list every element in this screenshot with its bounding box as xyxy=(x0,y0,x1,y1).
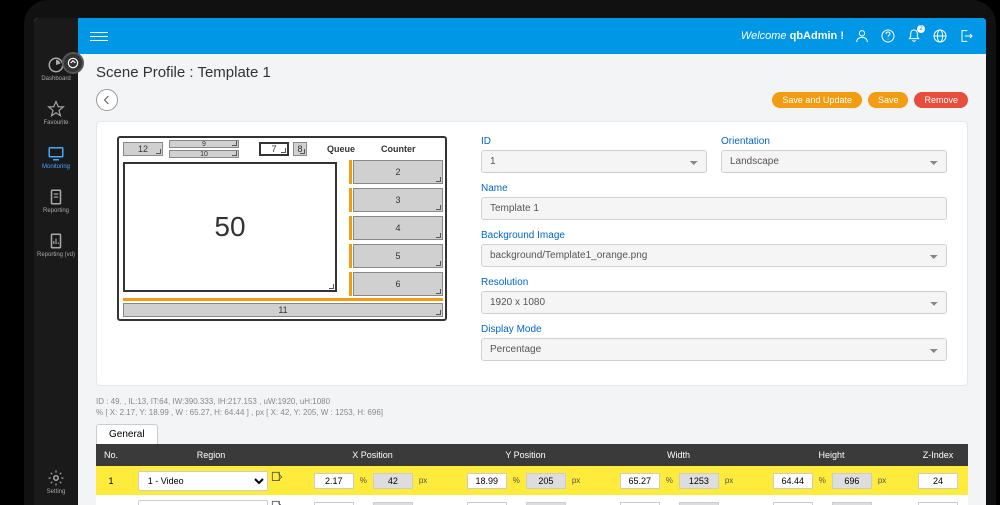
resolution-label: Resolution xyxy=(481,277,947,288)
nav-reporting-vd-label: Reporting (vd) xyxy=(37,252,75,258)
back-button[interactable] xyxy=(96,89,118,111)
hamburger-icon[interactable] xyxy=(90,29,108,43)
left-nav: Dashboard Favourite Monitoring Reporting… xyxy=(34,18,78,505)
globe-icon[interactable] xyxy=(932,28,948,44)
region-10[interactable]: 10 xyxy=(169,150,239,158)
name-label: Name xyxy=(481,183,947,194)
th-no: No. xyxy=(96,444,126,466)
z-input[interactable] xyxy=(918,473,958,489)
table-row[interactable]: 215 - Queue0 Orange %px%px%px%px xyxy=(96,495,968,505)
queue-header: Queue xyxy=(327,144,355,154)
id-label: ID xyxy=(481,136,707,147)
nav-favourite-label: Favourite xyxy=(43,120,68,126)
region-8[interactable]: 8 xyxy=(293,142,307,156)
region-counter-6[interactable]: 6 xyxy=(353,272,443,296)
pct-input[interactable] xyxy=(314,473,354,489)
region-9[interactable]: 9 xyxy=(169,140,239,148)
nav-favourite[interactable]: Favourite xyxy=(43,100,68,126)
region-video[interactable]: 50 xyxy=(123,162,337,292)
tab-general[interactable]: General xyxy=(96,424,158,444)
save-button[interactable]: Save xyxy=(868,92,909,108)
tablet-home-button[interactable] xyxy=(62,52,84,74)
resolution-select[interactable]: 1920 x 1080 xyxy=(481,291,947,314)
th-height: Height xyxy=(755,444,908,466)
save-update-button[interactable]: Save and Update xyxy=(772,92,862,108)
region-counter-3[interactable]: 3 xyxy=(353,188,443,212)
region-11[interactable]: 11 xyxy=(123,303,443,317)
pct-input[interactable] xyxy=(467,473,507,489)
edit-icon[interactable] xyxy=(270,499,284,505)
region-counter-2[interactable]: 2 xyxy=(353,160,443,184)
scene-preview: 12 9 10 7 8 Queue Counter 50 xyxy=(117,136,457,371)
form-panel: ID 1 Orientation Landscape Name xyxy=(481,136,947,371)
remove-button[interactable]: Remove xyxy=(914,92,968,108)
unit-pct: % xyxy=(815,476,830,485)
px-input[interactable] xyxy=(373,473,413,489)
help-icon[interactable] xyxy=(880,28,896,44)
th-region: Region xyxy=(126,444,296,466)
counter-header: Counter xyxy=(381,144,416,154)
logout-icon[interactable] xyxy=(958,28,974,44)
region-select[interactable]: 15 - Queue0 Orange xyxy=(138,500,268,505)
preview-canvas[interactable]: 12 9 10 7 8 Queue Counter 50 xyxy=(117,136,447,321)
display-mode-select[interactable]: Percentage xyxy=(481,338,947,361)
welcome-text: Welcome qbAdmin ! xyxy=(741,30,844,42)
px-input[interactable] xyxy=(679,473,719,489)
region-7[interactable]: 7 xyxy=(259,142,289,156)
orientation-select[interactable]: Landscape xyxy=(721,150,947,173)
orientation-label: Orientation xyxy=(721,136,947,147)
unit-px: px xyxy=(568,476,584,485)
debug-info: ID : 49. , IL:13, IT:64, IW:390.333, IH:… xyxy=(96,396,968,418)
th-width: Width xyxy=(602,444,755,466)
nav-reporting[interactable]: Reporting xyxy=(43,188,69,214)
bg-label: Background Image xyxy=(481,230,947,241)
notif-badge: 2 xyxy=(917,25,925,33)
px-input[interactable] xyxy=(526,473,566,489)
nav-monitoring[interactable]: Monitoring xyxy=(42,144,70,170)
display-mode-label: Display Mode xyxy=(481,324,947,335)
name-input[interactable] xyxy=(481,197,947,220)
unit-pct: % xyxy=(356,476,371,485)
nav-reporting-vd[interactable]: Reporting (vd) xyxy=(37,232,75,258)
region-select[interactable]: 1 - Video xyxy=(138,471,268,491)
regions-table: No. Region X Position Y Position Width H… xyxy=(96,444,968,505)
nav-monitoring-label: Monitoring xyxy=(42,164,70,170)
th-ypos: Y Position xyxy=(449,444,602,466)
nav-dashboard-label: Dashboard xyxy=(41,76,70,82)
px-input[interactable] xyxy=(832,473,872,489)
edit-icon[interactable] xyxy=(270,470,284,484)
bg-select[interactable]: background/Template1_orange.png xyxy=(481,244,947,267)
region-counter-5[interactable]: 5 xyxy=(353,244,443,268)
table-row[interactable]: 1 1 - Video % px% px% px% px xyxy=(96,466,968,495)
cell-no: 2 xyxy=(96,495,126,505)
nav-reporting-label: Reporting xyxy=(43,208,69,214)
id-select[interactable]: 1 xyxy=(481,150,707,173)
unit-pct: % xyxy=(509,476,524,485)
pct-input[interactable] xyxy=(620,473,660,489)
region-12[interactable]: 12 xyxy=(123,142,163,156)
unit-px: px xyxy=(874,476,890,485)
nav-setting[interactable]: Setting xyxy=(47,469,66,495)
pct-input[interactable] xyxy=(773,473,813,489)
page-title: Scene Profile : Template 1 xyxy=(96,64,968,81)
user-icon[interactable] xyxy=(854,28,870,44)
nav-setting-label: Setting xyxy=(47,489,66,495)
unit-px: px xyxy=(415,476,431,485)
unit-pct: % xyxy=(662,476,677,485)
unit-px: px xyxy=(721,476,737,485)
topbar: Welcome qbAdmin ! 2 xyxy=(78,18,986,54)
region-counter-4[interactable]: 4 xyxy=(353,216,443,240)
th-zindex: Z-Index xyxy=(908,444,968,466)
th-xpos: X Position xyxy=(296,444,449,466)
cell-no: 1 xyxy=(96,466,126,495)
bell-icon[interactable]: 2 xyxy=(906,28,922,44)
